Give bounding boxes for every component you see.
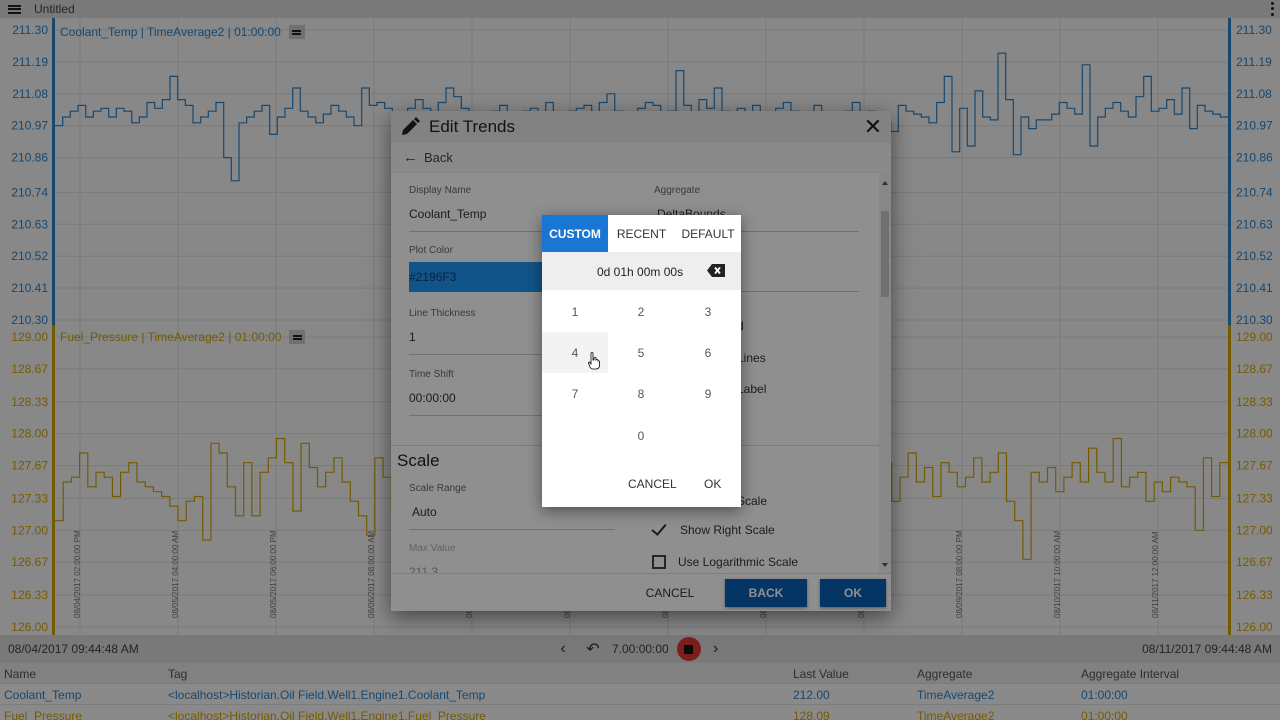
picker-cancel-button[interactable]: CANCEL bbox=[628, 477, 677, 491]
picker-tabs: CUSTOM RECENT DEFAULT bbox=[542, 215, 741, 252]
key-9[interactable]: 9 bbox=[675, 373, 741, 414]
key-1[interactable]: 1 bbox=[542, 291, 608, 332]
key-8[interactable]: 8 bbox=[608, 373, 674, 414]
key-3[interactable]: 3 bbox=[675, 291, 741, 332]
duration-display: 0d 01h 00m 00s bbox=[542, 252, 741, 290]
key-0[interactable]: 0 bbox=[608, 415, 674, 456]
hand-cursor-icon bbox=[588, 352, 600, 370]
tab-custom[interactable]: CUSTOM bbox=[542, 215, 608, 252]
tab-default[interactable]: DEFAULT bbox=[675, 215, 741, 252]
picker-footer: CANCEL OK bbox=[542, 463, 741, 507]
key-2[interactable]: 2 bbox=[608, 291, 674, 332]
backspace-icon[interactable] bbox=[707, 264, 725, 277]
key-5[interactable]: 5 bbox=[608, 332, 674, 373]
tab-recent[interactable]: RECENT bbox=[608, 215, 675, 252]
key-7[interactable]: 7 bbox=[542, 373, 608, 414]
picker-ok-button[interactable]: OK bbox=[704, 477, 721, 491]
key-6[interactable]: 6 bbox=[675, 332, 741, 373]
duration-value: 0d 01h 00m 00s bbox=[597, 265, 684, 279]
duration-picker: CUSTOM RECENT DEFAULT 0d 01h 00m 00s 1 2… bbox=[542, 215, 741, 507]
